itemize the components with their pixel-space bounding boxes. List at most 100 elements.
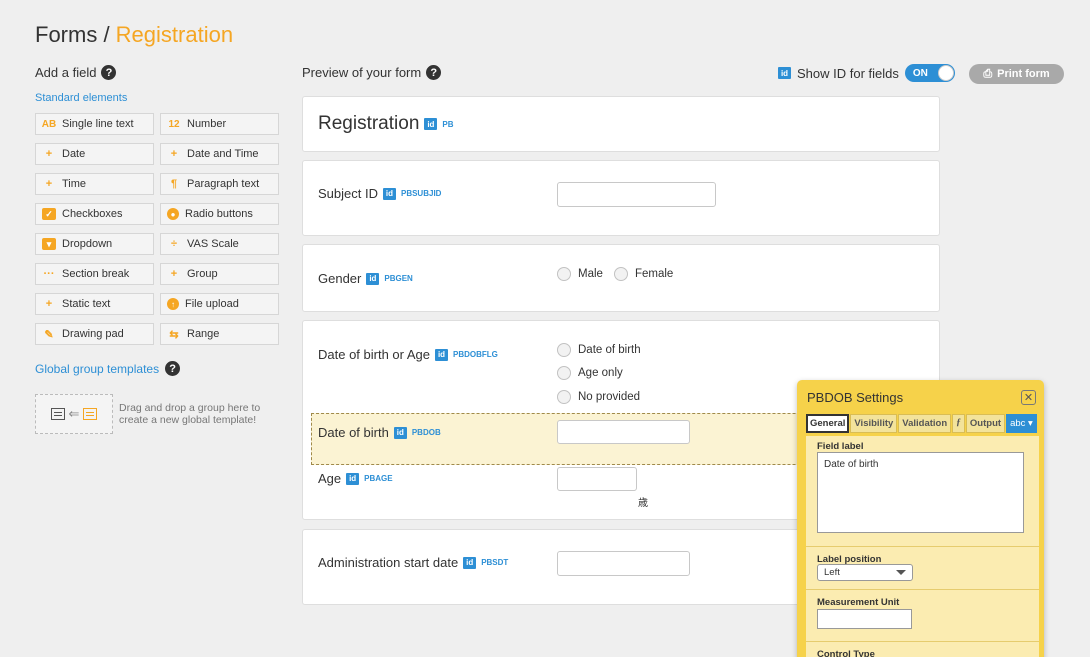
- tile-label: Single line text: [62, 118, 134, 130]
- help-icon[interactable]: ?: [101, 65, 117, 80]
- preview-label: Preview of your form: [302, 65, 422, 80]
- help-icon[interactable]: ?: [165, 361, 181, 376]
- radio-circle[interactable]: [557, 390, 571, 404]
- title-accent: Registration: [115, 22, 234, 47]
- radio-label: Date of birth: [578, 344, 641, 356]
- upload-icon: ↑: [167, 298, 179, 310]
- tab-output[interactable]: Output: [965, 414, 1006, 433]
- gender-card[interactable]: Gender id PBGEN Male Female: [302, 244, 940, 312]
- tab-visibility[interactable]: Visibility: [850, 414, 898, 433]
- field-label: Age id PBAGE: [318, 471, 393, 486]
- add-field-label: Add a field: [35, 65, 97, 80]
- admin-date-input[interactable]: [557, 551, 690, 576]
- tab-general[interactable]: General: [806, 414, 850, 433]
- radio-icon: ●: [167, 208, 179, 220]
- plus-icon: +: [170, 268, 178, 280]
- subject-id-card[interactable]: Subject ID id PBSUBJID: [302, 160, 940, 236]
- tile-label: Range: [187, 328, 220, 340]
- paragraph-icon: ¶: [170, 178, 178, 190]
- id-badge-icon: id: [424, 118, 438, 130]
- range-icon: ⇆: [169, 328, 179, 341]
- tile-label: VAS Scale: [187, 238, 239, 250]
- tab-function[interactable]: ƒ: [952, 414, 965, 433]
- tile-label: Drawing pad: [62, 328, 124, 340]
- tab-more-dropdown[interactable]: abc ▾: [1006, 414, 1037, 433]
- radio-option-dob[interactable]: Date of birth: [557, 343, 641, 357]
- tile-range[interactable]: ⇆ Range: [160, 323, 279, 345]
- radio-label: Male: [578, 268, 603, 280]
- tile-dropdown[interactable]: ▾ Dropdown: [35, 233, 154, 255]
- field-label: Date of birth id PBDOB: [318, 425, 441, 440]
- tile-vas-scale[interactable]: ÷ VAS Scale: [160, 233, 279, 255]
- print-form-button[interactable]: ⎙ Print form: [969, 64, 1064, 84]
- gender-radio-group: Male Female: [557, 267, 673, 281]
- form-title-text: Registration: [318, 113, 420, 134]
- title-prefix: Forms /: [35, 22, 116, 47]
- tile-checkboxes[interactable]: ✓ Checkboxes: [35, 203, 154, 225]
- tile-date-and-time[interactable]: + Date and Time: [160, 143, 279, 165]
- tile-radio-buttons[interactable]: ● Radio buttons: [160, 203, 279, 225]
- measurement-unit-title: Measurement Unit: [817, 597, 900, 608]
- radio-label: Female: [634, 268, 674, 280]
- help-icon[interactable]: ?: [426, 65, 442, 80]
- dropdown-icon: ▾: [42, 238, 56, 250]
- radio-circle[interactable]: [557, 343, 571, 357]
- id-badge-icon: id: [366, 272, 380, 285]
- form-title: Registration id PB: [318, 113, 454, 135]
- global-group-templates[interactable]: Global group templates ?: [35, 361, 181, 376]
- page-title: Forms / Registration: [35, 22, 233, 48]
- tile-paragraph-text[interactable]: ¶ Paragraph text: [160, 173, 279, 195]
- section-break-icon: ···: [43, 268, 55, 280]
- tile-label: Section break: [62, 268, 130, 280]
- show-id-toggle[interactable]: ON: [904, 64, 955, 82]
- tile-static-text[interactable]: + Static text: [35, 293, 154, 315]
- field-label-text: Subject ID: [318, 186, 378, 201]
- plus-icon: +: [170, 148, 178, 160]
- radio-male[interactable]: [557, 267, 571, 281]
- tile-label: Number: [187, 118, 227, 130]
- field-label-textarea[interactable]: Date of birth: [817, 452, 1024, 533]
- vas-scale-icon: ÷: [170, 238, 178, 250]
- tile-label: Group: [187, 268, 218, 280]
- plus-icon: +: [45, 298, 53, 310]
- tile-section-break[interactable]: ··· Section break: [35, 263, 154, 285]
- measurement-unit-input[interactable]: [817, 609, 912, 629]
- control-type-title: Control Type: [817, 649, 875, 657]
- tile-group[interactable]: + Group: [160, 263, 279, 285]
- field-palette: AB Single line text 12 Number + Date + Date …: [35, 113, 279, 345]
- field-label-text: Date of birth: [318, 425, 389, 440]
- tile-date[interactable]: + Date: [35, 143, 154, 165]
- close-icon[interactable]: ✕: [1021, 390, 1036, 405]
- subject-id-input[interactable]: [557, 182, 716, 207]
- show-id-label: Show ID for fields: [797, 65, 899, 81]
- radio-option-age-only[interactable]: Age only: [557, 366, 623, 380]
- radio-label: No provided: [578, 391, 641, 403]
- tab-validation[interactable]: Validation: [898, 414, 952, 433]
- field-id: PBSDT: [481, 558, 509, 567]
- radio-circle[interactable]: [557, 366, 571, 380]
- printer-icon: ⎙: [983, 67, 993, 80]
- preview-heading: Preview of your form ?: [302, 65, 442, 80]
- field-label-title: Field label: [817, 441, 864, 452]
- toggle-knob: [937, 65, 954, 81]
- field-label: Date of birth or Age id PBDOBFLG: [318, 347, 498, 362]
- field-label-text: Gender: [318, 271, 362, 286]
- tile-number[interactable]: 12 Number: [160, 113, 279, 135]
- tile-single-line-text[interactable]: AB Single line text: [35, 113, 154, 135]
- template-drop-zone[interactable]: ⇐ Drag and drop a group here to create a…: [35, 394, 278, 434]
- dob-input[interactable]: [557, 420, 690, 444]
- field-id: PBSUBJID: [400, 189, 442, 198]
- radio-option-not-provided[interactable]: No provided: [557, 390, 640, 404]
- form-title-card[interactable]: Registration id PB: [302, 96, 940, 152]
- age-input[interactable]: [557, 467, 637, 491]
- plus-icon: +: [45, 148, 53, 160]
- drop-zone-icons: ⇐: [35, 394, 113, 434]
- label-position-select[interactable]: Left: [817, 564, 913, 581]
- tile-label: Date: [62, 148, 86, 160]
- tile-file-upload[interactable]: ↑ File upload: [160, 293, 279, 315]
- radio-female[interactable]: [613, 267, 628, 281]
- id-badge-icon: id: [463, 556, 477, 569]
- settings-body: Field label Date of birth Label position…: [806, 436, 1039, 657]
- tile-time[interactable]: + Time: [35, 173, 154, 195]
- tile-drawing-pad[interactable]: ✎ Drawing pad: [35, 323, 154, 345]
